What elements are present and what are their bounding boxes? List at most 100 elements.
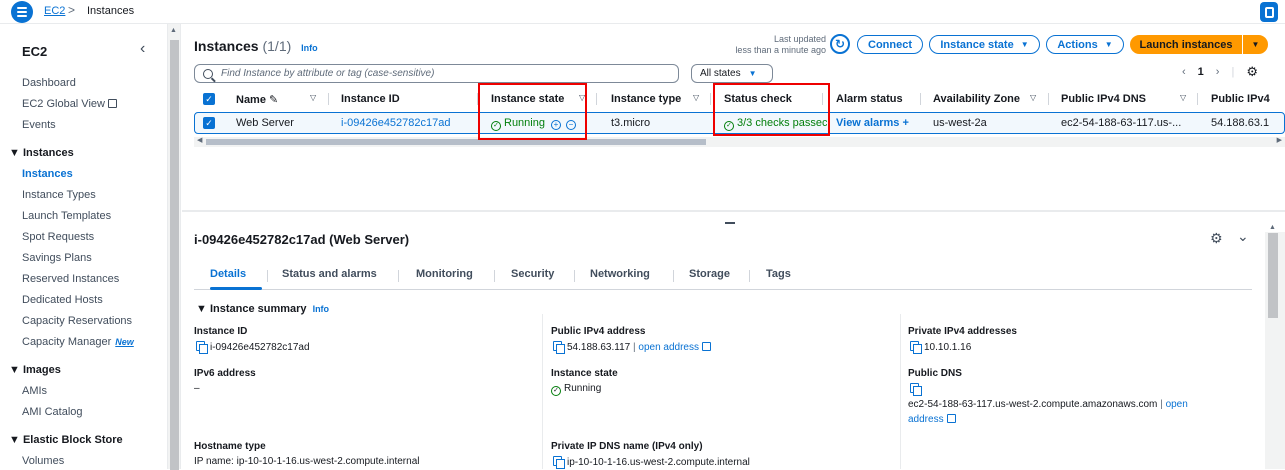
copy-icon[interactable] [553, 456, 565, 469]
settings-gear-icon[interactable]: ⚙ [1210, 230, 1223, 247]
column-availability-zone[interactable]: Availability Zone [933, 93, 1020, 105]
column-public-dns[interactable]: Public IPv4 DNS [1061, 93, 1146, 105]
select-all-checkbox[interactable]: ✓ [203, 93, 215, 105]
scroll-right-icon[interactable]: ▶ [1277, 136, 1282, 144]
sidebar-section-instances[interactable]: ▼ Instances [9, 147, 74, 159]
scroll-up-icon[interactable]: ▲ [170, 27, 177, 34]
copy-icon[interactable] [553, 341, 565, 354]
state-filter-select[interactable]: All states ▼ [691, 64, 773, 83]
launch-instances-button[interactable]: Launch instances [1130, 35, 1242, 54]
table-horizontal-scrollbar[interactable]: ◀ ▶ [194, 137, 1285, 147]
tab-divider [673, 270, 674, 282]
table-row[interactable]: ✓ Web Server i-09426e452782c17ad ✓ Runnin… [194, 112, 1285, 134]
search-input[interactable]: Find Instance by attribute or tag (case-… [194, 64, 679, 83]
scroll-thumb[interactable] [170, 40, 179, 470]
sort-icon[interactable]: ▽ [1030, 93, 1036, 102]
sidebar-item-dedicated-hosts[interactable]: Dedicated Hosts [22, 294, 103, 306]
sidebar-item-amis[interactable]: AMIs [22, 385, 47, 397]
sidebar-item-events[interactable]: Events [22, 119, 56, 131]
column-divider[interactable] [1048, 93, 1049, 105]
sidebar-item-instance-types[interactable]: Instance Types [22, 189, 96, 201]
column-divider[interactable] [328, 93, 329, 105]
split-panel-divider[interactable] [182, 210, 1285, 212]
sidebar-item-reserved-instances[interactable]: Reserved Instances [22, 273, 119, 285]
notifications-icon[interactable] [1260, 2, 1278, 22]
sidebar-item-launch-templates[interactable]: Launch Templates [22, 210, 111, 222]
row-checkbox[interactable]: ✓ [203, 117, 215, 129]
open-address-link-2[interactable]: address [908, 414, 956, 425]
sort-icon[interactable]: ▽ [310, 93, 316, 102]
info-link[interactable]: Info [313, 304, 330, 314]
info-link[interactable]: Info [301, 43, 318, 53]
sidebar-item-spot-requests[interactable]: Spot Requests [22, 231, 94, 243]
sidebar-item-global-view[interactable]: EC2 Global View [22, 98, 117, 110]
column-status-check[interactable]: Status check [724, 93, 792, 105]
tab-details[interactable]: Details [210, 268, 246, 280]
current-page[interactable]: 1 [1198, 66, 1204, 78]
sidebar-item-savings-plans[interactable]: Savings Plans [22, 252, 92, 264]
column-alarm-status[interactable]: Alarm status [836, 93, 903, 105]
connect-button[interactable]: Connect [857, 35, 923, 54]
tab-networking[interactable]: Networking [590, 268, 650, 280]
sidebar-item-capacity-manager[interactable]: Capacity Manager New [22, 336, 134, 348]
instance-id-label: Instance ID [194, 326, 248, 337]
sort-icon[interactable]: ▽ [693, 93, 699, 102]
copy-icon[interactable] [910, 383, 922, 396]
column-instance-type[interactable]: Instance type [611, 93, 681, 105]
chevron-down-icon[interactable]: ⌄ [1237, 228, 1249, 245]
breadcrumb-ec2[interactable]: EC2 [44, 5, 65, 17]
column-divider[interactable] [477, 93, 478, 105]
launch-dropdown-button[interactable]: ▼ [1243, 35, 1268, 54]
column-instance-state[interactable]: Instance state [491, 93, 564, 105]
sidebar-item-ami-catalog[interactable]: AMI Catalog [22, 406, 83, 418]
collapse-sidebar-icon[interactable]: ‹ [140, 40, 145, 58]
column-instance-id[interactable]: Instance ID [341, 93, 400, 105]
column-public-ipv4[interactable]: Public IPv4 [1211, 93, 1270, 105]
menu-icon[interactable] [11, 1, 33, 23]
sort-icon[interactable]: ▽ [1180, 93, 1186, 102]
copy-icon[interactable] [910, 341, 922, 354]
tab-monitoring[interactable]: Monitoring [416, 268, 473, 280]
column-divider[interactable] [710, 93, 711, 105]
sidebar-item-capacity-reservations[interactable]: Capacity Reservations [22, 315, 132, 327]
column-divider[interactable] [1197, 93, 1198, 105]
sidebar-section-ebs[interactable]: ▼ Elastic Block Store [9, 434, 123, 446]
link-text: address [908, 414, 944, 425]
scroll-up-icon[interactable]: ▲ [1269, 224, 1276, 231]
open-address-link[interactable]: open address [638, 342, 711, 353]
instance-summary-heading[interactable]: ▼ Instance summary Info [196, 303, 329, 315]
sidebar-item-dashboard[interactable]: Dashboard [22, 77, 76, 89]
instance-state-value: ✓ Running [551, 383, 601, 396]
scroll-thumb[interactable] [206, 139, 706, 145]
zoom-out-icon[interactable]: − [565, 120, 576, 130]
section-label: Elastic Block Store [22, 434, 123, 446]
open-address-link[interactable]: open [1166, 399, 1188, 410]
tab-security[interactable]: Security [511, 268, 554, 280]
next-page-icon[interactable]: › [1216, 66, 1220, 78]
column-name[interactable]: Name ✎ [236, 93, 278, 106]
zoom-in-icon[interactable]: + [550, 120, 561, 130]
tab-storage[interactable]: Storage [689, 268, 730, 280]
sidebar-section-images[interactable]: ▼ Images [9, 364, 61, 376]
column-divider[interactable] [596, 93, 597, 105]
cell-instance-id[interactable]: i-09426e452782c17ad [341, 117, 451, 129]
preferences-icon[interactable]: ⚙ [1246, 64, 1258, 80]
tab-status-alarms[interactable]: Status and alarms [282, 268, 377, 280]
prev-page-icon[interactable]: ‹ [1182, 66, 1186, 78]
scroll-left-icon[interactable]: ◀ [197, 136, 202, 144]
actions-button[interactable]: Actions ▼ [1046, 35, 1124, 54]
refresh-icon[interactable]: ↻ [830, 34, 850, 54]
instance-state-button[interactable]: Instance state ▼ [929, 35, 1040, 54]
view-alarms-link[interactable]: View alarms + [836, 117, 909, 129]
tab-tags[interactable]: Tags [766, 268, 791, 280]
sidebar-item-volumes[interactable]: Volumes [22, 455, 64, 467]
details-scrollbar[interactable]: ▲ [1265, 224, 1285, 469]
copy-icon[interactable] [196, 341, 208, 354]
drag-handle-icon[interactable] [725, 222, 735, 224]
sidebar-item-instances[interactable]: Instances [22, 168, 73, 180]
column-divider[interactable] [920, 93, 921, 105]
scroll-thumb[interactable] [1268, 233, 1278, 318]
column-divider[interactable] [822, 93, 823, 105]
sort-icon[interactable]: ▽ [579, 93, 585, 102]
sidebar-scrollbar[interactable]: ▲ [168, 24, 181, 470]
